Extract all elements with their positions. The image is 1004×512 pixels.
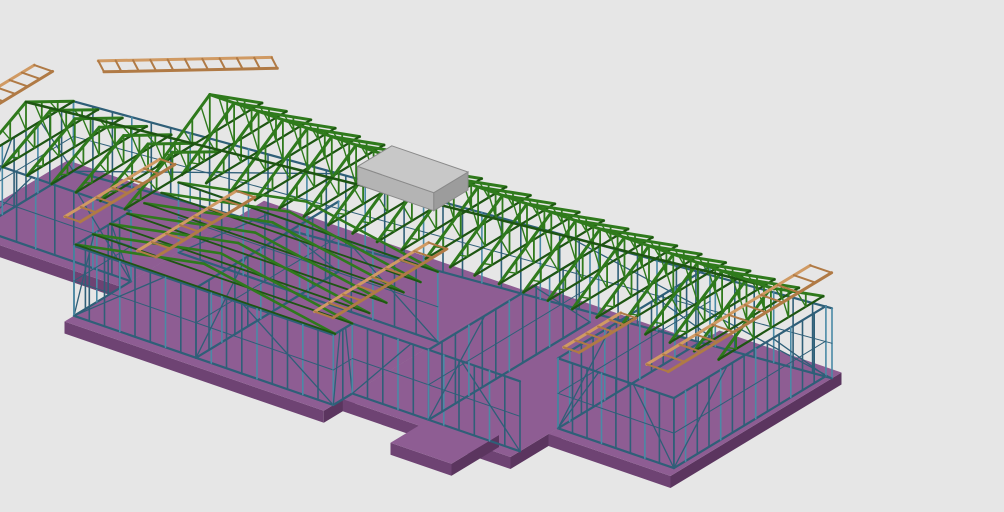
truss-web — [378, 196, 389, 214]
truss-web — [409, 237, 420, 241]
batten-rung — [33, 64, 54, 73]
batten-rung — [792, 274, 817, 284]
truss-web — [507, 271, 518, 274]
batten-rung — [270, 56, 279, 70]
batten-rung — [132, 59, 140, 72]
truss-web — [200, 105, 211, 136]
truss-web — [249, 122, 260, 153]
truss-web — [130, 134, 141, 155]
batten-rung — [0, 87, 17, 95]
batten-rung — [0, 99, 5, 103]
truss-web — [458, 254, 469, 258]
truss-web — [555, 288, 566, 291]
truss-web — [653, 321, 664, 325]
truss-top-chord — [0, 100, 28, 136]
batten-rung — [201, 57, 209, 71]
truss-web — [353, 188, 364, 205]
truss-web — [114, 144, 125, 165]
truss-web — [573, 264, 584, 281]
truss-web — [224, 114, 235, 144]
truss-web — [238, 178, 249, 182]
building-frame-model — [0, 55, 842, 488]
truss-web — [385, 229, 396, 233]
truss-web — [639, 257, 650, 287]
truss-web — [451, 222, 462, 239]
batten-rung — [8, 79, 29, 88]
batten-rung — [218, 57, 227, 71]
truss-web — [360, 220, 371, 224]
model-viewport[interactable] — [0, 0, 1004, 512]
truss-web — [475, 230, 486, 247]
batten-rung — [183, 58, 192, 71]
truss-web — [346, 156, 357, 186]
truss-web — [81, 117, 92, 138]
truss-web — [580, 296, 591, 300]
truss-web — [17, 110, 27, 131]
truss-web — [482, 262, 493, 266]
truss-web — [426, 213, 437, 230]
batten-rung — [149, 58, 157, 72]
batten-rung — [114, 59, 123, 73]
truss-web — [106, 126, 116, 147]
truss-web — [179, 151, 189, 172]
truss-web — [26, 138, 36, 149]
batten-rung — [809, 264, 833, 274]
truss-web — [597, 272, 608, 289]
batten-rung — [97, 59, 105, 73]
truss-web — [329, 180, 340, 197]
batten-rung — [235, 57, 244, 70]
batten-rung — [20, 71, 42, 80]
truss-web — [517, 215, 528, 245]
truss-web — [322, 147, 333, 178]
batten-rung — [166, 58, 175, 72]
truss-web — [1, 129, 11, 141]
batten-rung — [253, 56, 261, 70]
truss-web — [622, 280, 633, 298]
truss-web — [548, 255, 559, 272]
truss-web — [256, 154, 267, 172]
truss-web — [541, 223, 552, 253]
truss-web — [604, 304, 615, 308]
